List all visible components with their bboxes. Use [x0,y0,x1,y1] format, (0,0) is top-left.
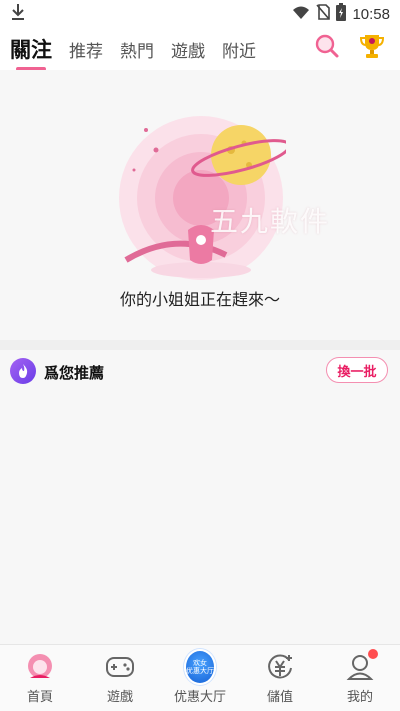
nav-item-home[interactable]: 首頁 [0,645,80,711]
bottom-nav: 首頁 遊戲 欢女 优惠大厅 优惠大厅 儲值 我的 [0,644,400,711]
no-sim-icon [316,4,331,24]
nav-label-promo-hall: 优惠大厅 [173,690,226,705]
nav-label-me: 我的 [346,690,373,705]
recommend-title: 爲您推薦 [44,364,105,382]
recommend-header: 爲您推薦 換一批 [0,350,400,392]
flame-icon [10,358,36,384]
home-girl-icon [24,651,56,683]
promo-badge-line2: 优惠大厅 [186,667,214,675]
status-time: 10:58 [352,5,390,23]
download-icon [10,3,26,25]
empty-message: 你的小姐姐正在趕來～ [119,290,280,309]
search-icon[interactable] [314,33,340,63]
nav-item-games[interactable]: 遊戲 [80,645,160,711]
tab-nearby[interactable]: 附近 [222,37,256,62]
empty-state: 五九軟件 你的小姐姐正在趕來～ [0,70,400,340]
promo-badge-line1: 欢女 [193,659,207,667]
refresh-button[interactable]: 換一批 [326,357,388,383]
top-tab-bar: 關注 推荐 熱門 遊戲 附近 [0,28,400,71]
promo-badge: 欢女 优惠大厅 [184,649,216,685]
gamepad-icon [104,651,136,683]
status-bar: 10:58 [0,0,400,28]
watermark: 五九軟件 [210,205,331,238]
tab-follow[interactable]: 關注 [10,34,52,71]
nav-label-games: 遊戲 [106,690,133,705]
tab-hot[interactable]: 熱門 [120,37,154,62]
wifi-icon [292,5,310,24]
yen-coin-icon [264,651,296,683]
nav-item-me[interactable]: 我的 [320,645,400,711]
section-divider [0,340,400,350]
battery-icon [336,3,347,25]
tab-recommend[interactable]: 推荐 [69,37,103,62]
nav-label-home: 首頁 [26,690,53,705]
tab-games[interactable]: 遊戲 [171,37,205,62]
nav-label-topup: 儲值 [266,690,293,705]
promo-hall-icon: 欢女 优惠大厅 [184,649,216,685]
nav-item-promo-hall[interactable]: 欢女 优惠大厅 优惠大厅 [160,645,240,711]
trophy-icon[interactable] [358,32,386,64]
nav-item-topup[interactable]: 儲值 [240,645,320,711]
user-icon [344,649,378,683]
notification-dot [368,649,378,659]
main-content: 五九軟件 你的小姐姐正在趕來～ 爲您推薦 換一批 [0,70,400,644]
